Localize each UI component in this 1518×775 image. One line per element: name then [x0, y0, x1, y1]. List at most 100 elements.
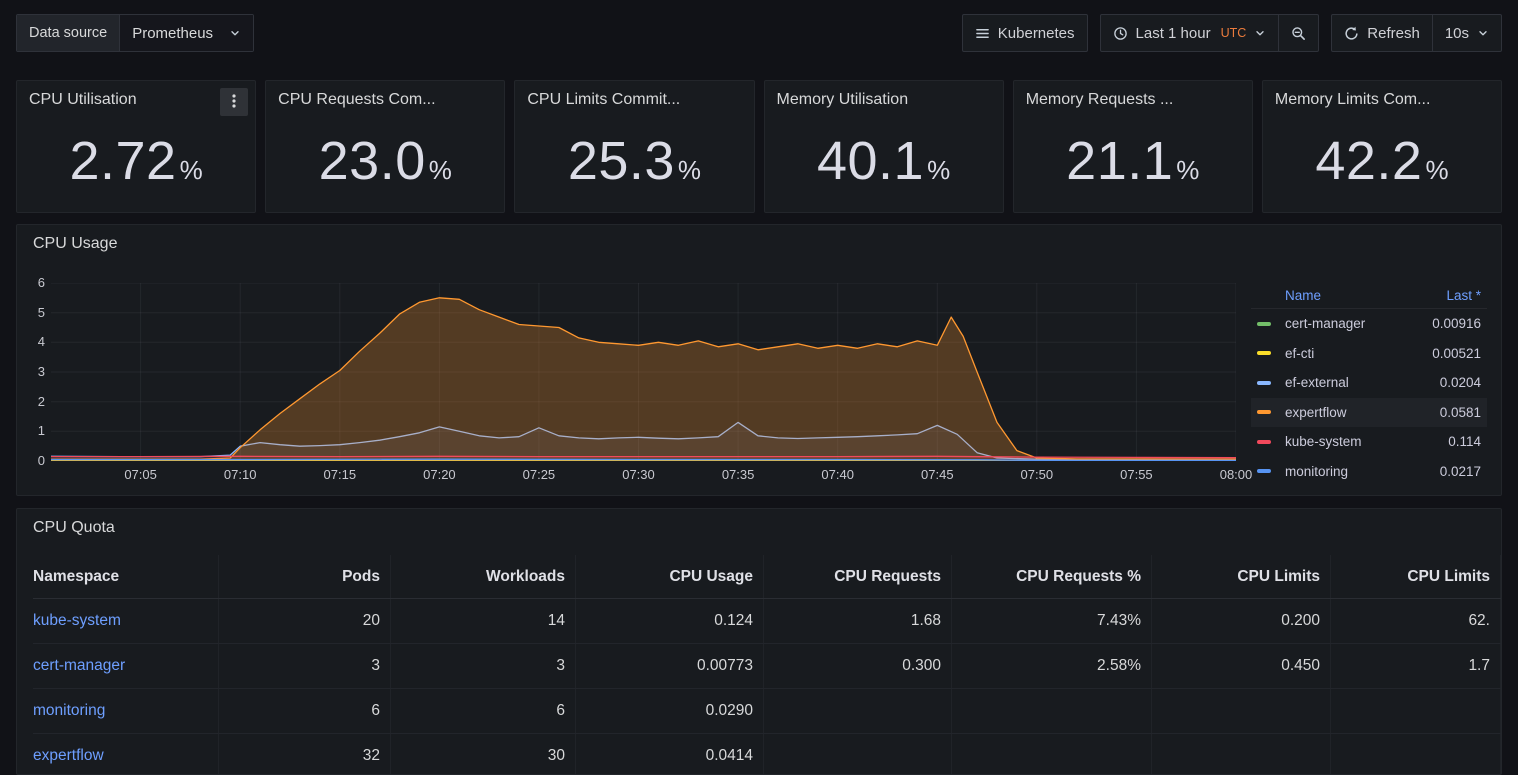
namespace-link[interactable]: monitoring	[33, 702, 105, 720]
x-tick-label: 07:50	[1021, 467, 1054, 482]
table-cell: 62.	[1331, 599, 1501, 643]
y-tick-label: 5	[17, 305, 45, 321]
zoom-out-icon	[1291, 26, 1306, 41]
stat-panel: Memory Limits Com... 42.2 %	[1262, 80, 1502, 213]
legend-series-name[interactable]: monitoring	[1285, 464, 1440, 479]
stat-unit: %	[429, 157, 452, 183]
time-controls: Last 1 hour UTC	[1100, 14, 1320, 52]
legend-rows: cert-manager 0.00916 ef-cti 0.00521 ef-e…	[1251, 309, 1487, 486]
chevron-down-icon	[229, 27, 241, 39]
legend-series-name[interactable]: ef-external	[1285, 375, 1440, 390]
stat-panels-row: CPU Utilisation 2.72 % CPU Requests Com.…	[16, 80, 1502, 213]
legend-series-value: 0.114	[1448, 434, 1481, 449]
legend-series-name[interactable]: kube-system	[1285, 434, 1448, 449]
table-cell	[952, 689, 1152, 733]
table-cell: 32	[219, 734, 391, 775]
namespace-link[interactable]: expertflow	[33, 747, 104, 765]
time-range-picker[interactable]: Last 1 hour UTC	[1100, 14, 1280, 52]
column-header[interactable]: CPU Limits	[1331, 555, 1501, 598]
legend-series-name[interactable]: expertflow	[1285, 405, 1440, 420]
stat-panel-title: CPU Requests Com...	[278, 91, 466, 109]
time-range-label: Last 1 hour	[1136, 25, 1211, 42]
column-header[interactable]: CPU Usage	[576, 555, 764, 598]
stat-panel-title: Memory Utilisation	[777, 91, 965, 109]
legend-series-name[interactable]: cert-manager	[1285, 316, 1432, 331]
column-header[interactable]: Namespace	[33, 555, 219, 598]
column-header[interactable]: CPU Requests	[764, 555, 952, 598]
refresh-interval-value: 10s	[1445, 25, 1469, 42]
column-header[interactable]: CPU Requests %	[952, 555, 1152, 598]
stat-panel: CPU Utilisation 2.72 %	[16, 80, 256, 213]
table-cell: 0.124	[576, 599, 764, 643]
cpu-quota-panel: CPU Quota NamespacePodsWorkloadsCPU Usag…	[16, 508, 1502, 775]
legend-row: monitoring 0.0217	[1251, 457, 1487, 487]
table-cell	[1152, 689, 1331, 733]
legend-sort-by-name[interactable]: Name	[1285, 288, 1446, 303]
series-color-swatch	[1257, 469, 1271, 473]
stat-panel: CPU Requests Com... 23.0 %	[265, 80, 505, 213]
datasource-select[interactable]: Prometheus	[120, 15, 253, 51]
legend-header: Name Last *	[1251, 283, 1487, 309]
series-color-swatch	[1257, 410, 1271, 414]
stat-value-row: 21.1 %	[1014, 117, 1252, 204]
namespace-cell: cert-manager	[33, 644, 219, 688]
legend-series-value: 0.0217	[1440, 464, 1481, 479]
refresh-interval-picker[interactable]: 10s	[1433, 14, 1502, 52]
stat-unit: %	[1425, 157, 1448, 183]
table-cell: 1.68	[764, 599, 952, 643]
table-cell: 20	[219, 599, 391, 643]
stat-value-row: 25.3 %	[515, 117, 753, 204]
table-cell: 3	[391, 644, 576, 688]
y-tick-label: 3	[17, 364, 45, 380]
chevron-down-icon	[1477, 27, 1489, 39]
table-cell	[952, 734, 1152, 775]
chart-legend: Name Last * cert-manager 0.00916 ef-cti …	[1251, 283, 1487, 486]
table-cell	[1331, 689, 1501, 733]
stat-value-row: 2.72 %	[17, 117, 255, 204]
chevron-down-icon	[1254, 27, 1266, 39]
x-tick-label: 08:00	[1220, 467, 1253, 482]
table-cell: 0.200	[1152, 599, 1331, 643]
legend-row: expertflow 0.0581	[1251, 398, 1487, 428]
legend-row: cert-manager 0.00916	[1251, 309, 1487, 339]
namespace-link[interactable]: cert-manager	[33, 657, 125, 675]
cpu-quota-table: NamespacePodsWorkloadsCPU UsageCPU Reque…	[33, 555, 1501, 775]
quota-table-body: kube-system20140.1241.687.43%0.20062.cer…	[33, 599, 1501, 775]
table-cell: 6	[391, 689, 576, 733]
column-header[interactable]: Workloads	[391, 555, 576, 598]
x-tick-label: 07:40	[821, 467, 854, 482]
kebab-menu-icon	[232, 93, 236, 112]
cpu-quota-panel-title: CPU Quota	[33, 519, 115, 537]
datasource-picker: Data source Prometheus	[16, 14, 254, 52]
x-tick-label: 07:25	[523, 467, 556, 482]
zoom-out-button[interactable]	[1279, 14, 1319, 52]
refresh-button[interactable]: Refresh	[1331, 14, 1433, 52]
kubernetes-button[interactable]: Kubernetes	[962, 14, 1088, 52]
table-cell: 6	[219, 689, 391, 733]
stat-panel-title: CPU Limits Commit...	[527, 91, 715, 109]
cpu-usage-panel-title: CPU Usage	[33, 235, 117, 253]
legend-sort-by-last[interactable]: Last *	[1446, 288, 1481, 303]
stat-value: 23.0	[319, 134, 426, 188]
grafana-dashboard: Data source Prometheus Kubernetes	[0, 0, 1518, 775]
kubernetes-button-label: Kubernetes	[998, 25, 1075, 42]
column-header[interactable]: CPU Limits	[1152, 555, 1331, 598]
stat-unit: %	[927, 157, 950, 183]
panel-menu-button[interactable]	[220, 88, 248, 116]
x-tick-label: 07:10	[224, 467, 257, 482]
stat-value-row: 42.2 %	[1263, 117, 1501, 204]
table-row: cert-manager330.007730.3002.58%0.4501.7	[33, 644, 1501, 689]
x-tick-label: 07:20	[423, 467, 456, 482]
namespace-cell: monitoring	[33, 689, 219, 733]
namespace-link[interactable]: kube-system	[33, 612, 121, 630]
column-header[interactable]: Pods	[219, 555, 391, 598]
table-cell: 1.7	[1331, 644, 1501, 688]
cpu-usage-chart[interactable]	[51, 283, 1236, 461]
legend-series-name[interactable]: ef-cti	[1285, 346, 1432, 361]
stat-panel-title: CPU Utilisation	[29, 91, 217, 109]
y-tick-label: 0	[17, 453, 45, 469]
refresh-controls: Refresh 10s	[1331, 14, 1502, 52]
table-cell: 0.0414	[576, 734, 764, 775]
list-icon	[975, 26, 990, 41]
x-tick-label: 07:45	[921, 467, 954, 482]
